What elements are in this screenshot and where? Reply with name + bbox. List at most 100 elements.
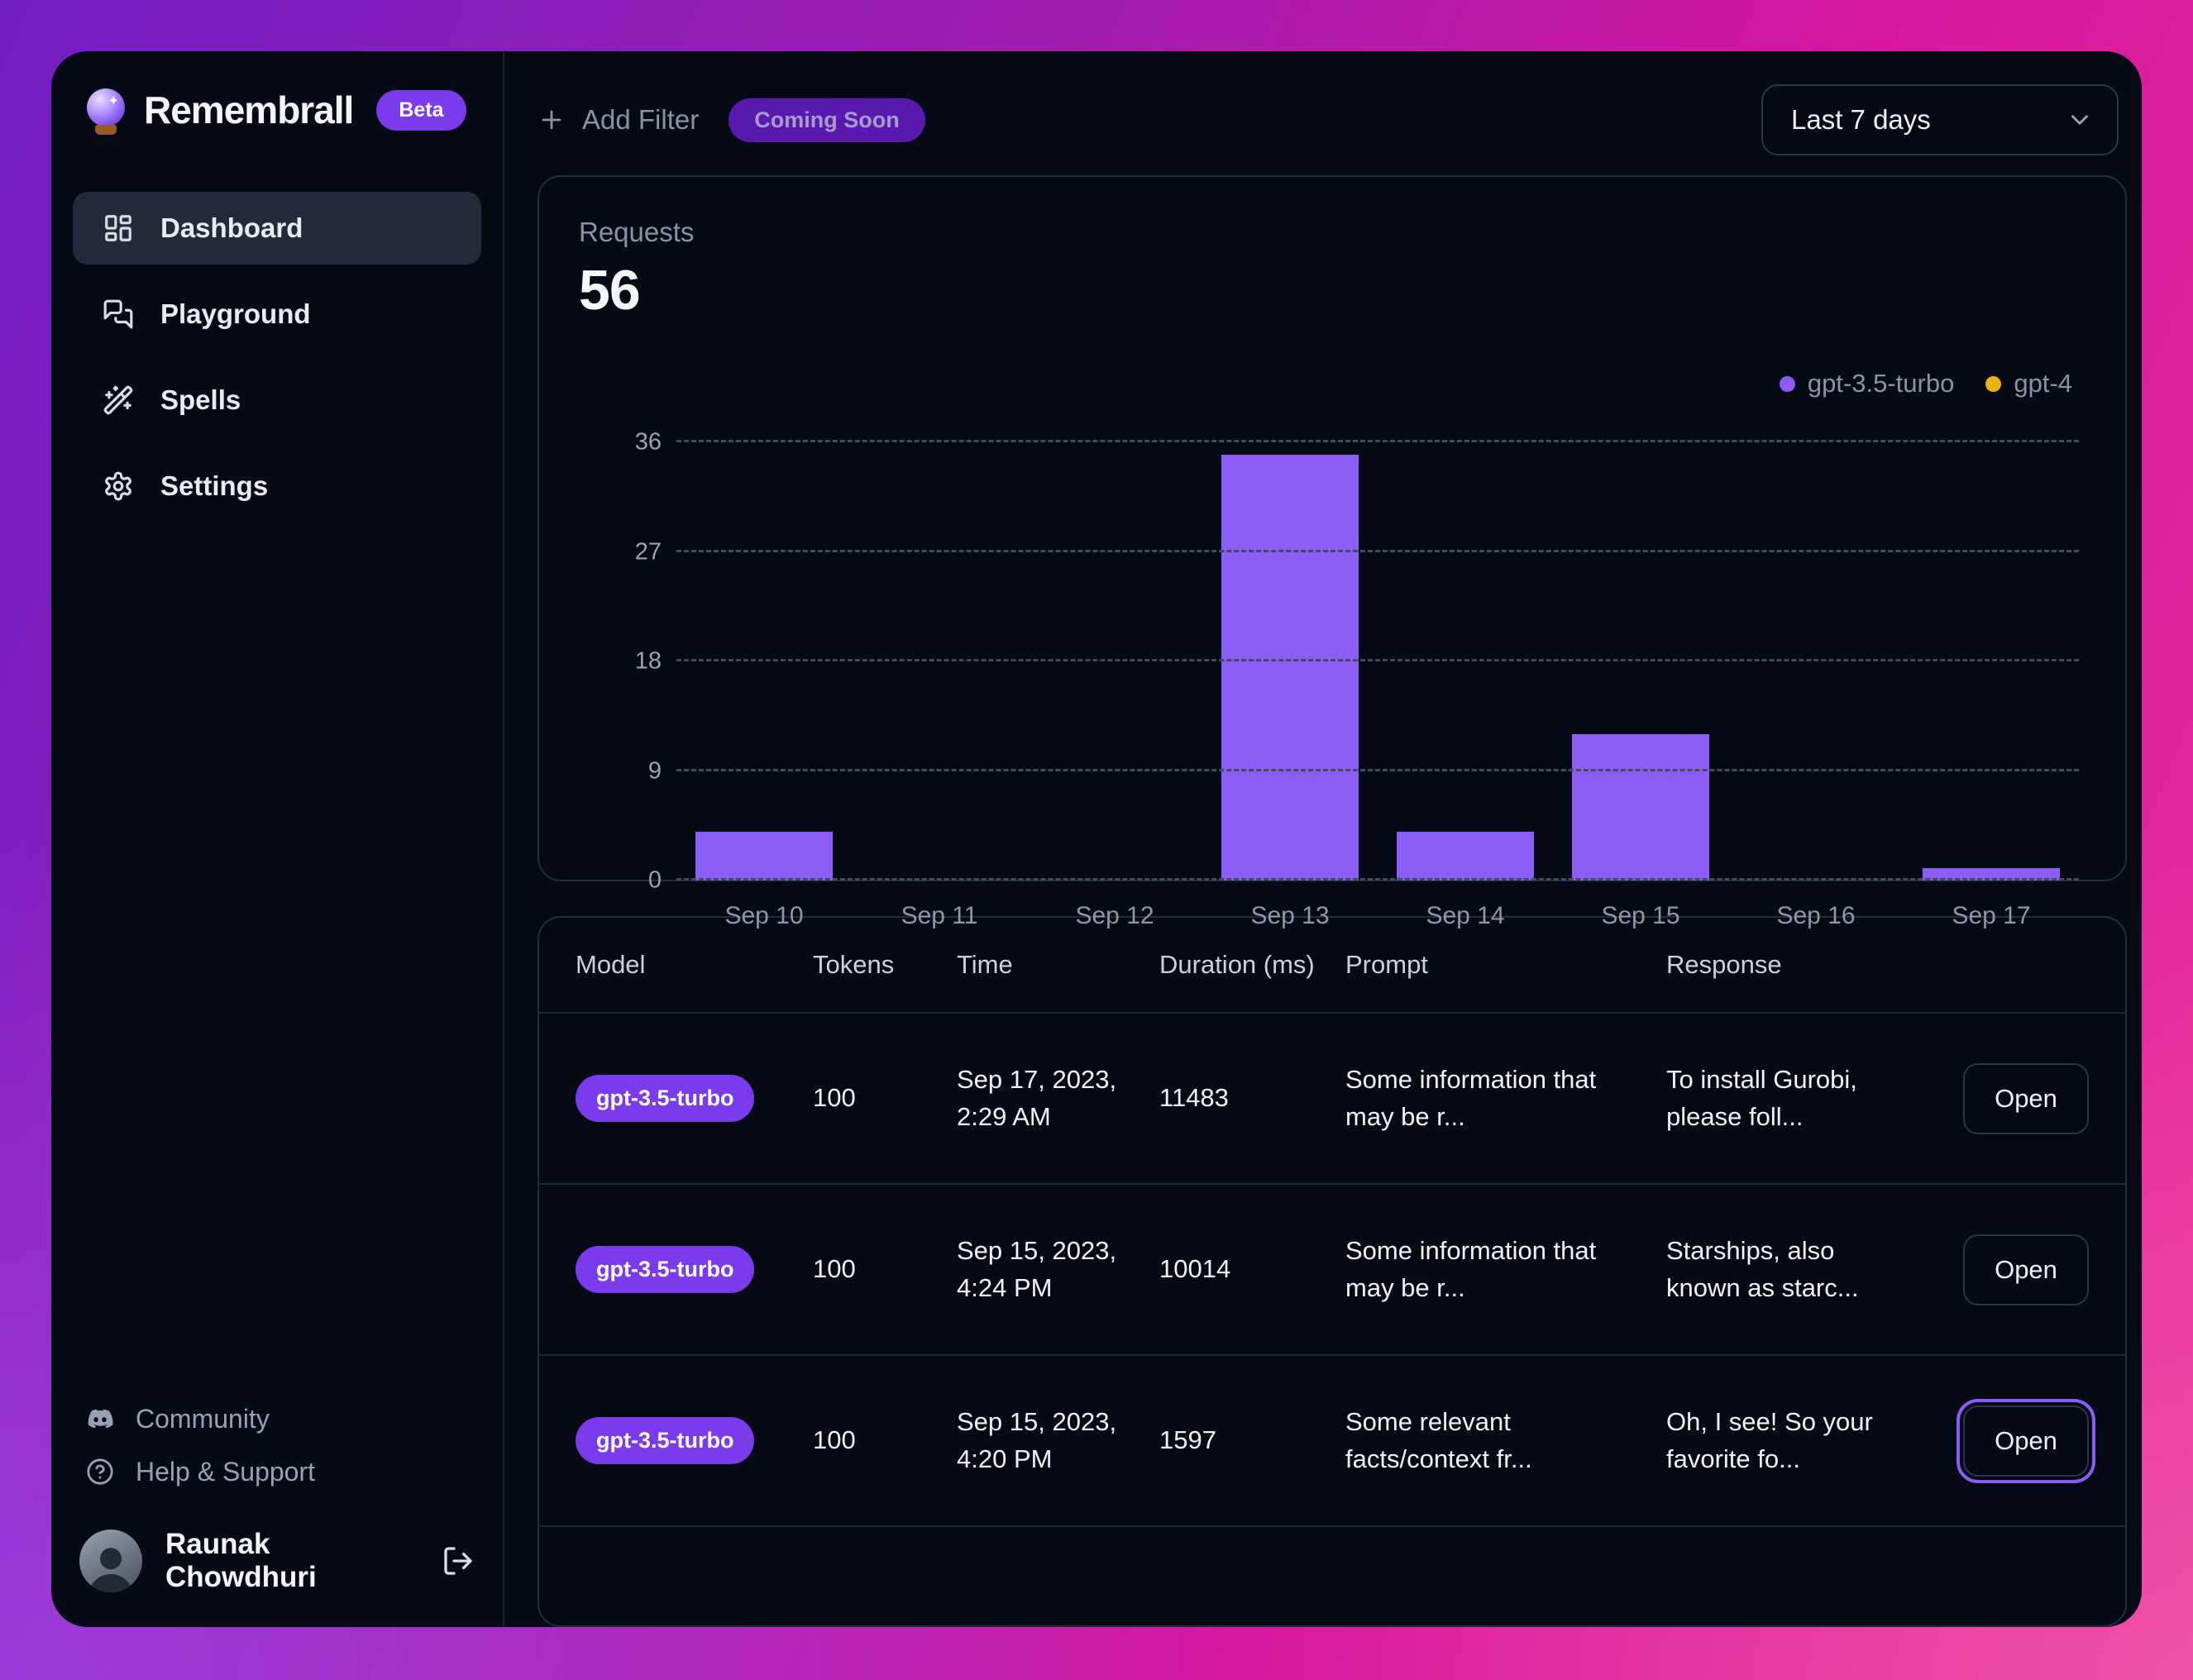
beta-badge: Beta bbox=[376, 89, 466, 131]
user-row: Raunak Chowdhuri bbox=[73, 1528, 481, 1594]
gridline-y-9 bbox=[676, 768, 2079, 771]
bar-slot-sep-11 bbox=[852, 442, 1027, 881]
sidebar-item-community[interactable]: Community bbox=[73, 1392, 481, 1445]
time-cell: Sep 15, 2023, 4:24 PM bbox=[957, 1235, 1117, 1302]
x-axis-labels: Sep 10 Sep 11 Sep 12 Sep 13 Sep 14 Sep 15 Sep … bbox=[676, 902, 2079, 930]
gridline-y-0 bbox=[676, 878, 2079, 881]
discord-icon bbox=[86, 1405, 114, 1433]
layout-dashboard-icon bbox=[103, 212, 134, 244]
crystal-ball-logo-icon bbox=[84, 88, 127, 135]
y-axis-label: 18 bbox=[634, 647, 662, 675]
x-axis-label: Sep 17 bbox=[1952, 902, 2031, 929]
time-cell: Sep 15, 2023, 4:20 PM bbox=[957, 1406, 1117, 1473]
duration-cell: 11483 bbox=[1159, 1083, 1229, 1113]
sidebar-item-help-support[interactable]: Help & Support bbox=[73, 1445, 481, 1498]
sidebar-item-label: Community bbox=[136, 1403, 270, 1434]
coming-soon-badge: Coming Soon bbox=[729, 98, 925, 142]
legend-item-gpt-3-5-turbo: gpt-3.5-turbo bbox=[1779, 369, 1955, 399]
tokens-cell: 100 bbox=[813, 1425, 856, 1455]
bar-slot-sep-15 bbox=[1553, 442, 1728, 881]
logout-button[interactable] bbox=[442, 1544, 475, 1577]
table-row: gpt-3.5-turbo 100 Sep 15, 2023, 4:20 PM 159… bbox=[539, 1356, 2125, 1527]
sidebar-item-spells[interactable]: Spells bbox=[73, 364, 481, 437]
x-axis-label: Sep 13 bbox=[1250, 902, 1330, 929]
legend-label: gpt-3.5-turbo bbox=[1807, 369, 1955, 398]
x-axis-label: Sep 10 bbox=[724, 902, 804, 929]
sidebar-item-playground[interactable]: Playground bbox=[73, 278, 481, 351]
gpt-model-badge: gpt-3.5-turbo bbox=[576, 1075, 755, 1122]
x-axis-label: Sep 15 bbox=[1601, 902, 1680, 929]
bar-slot-sep-13 bbox=[1202, 442, 1378, 881]
gridline-y-27 bbox=[676, 549, 2079, 552]
chart-bars bbox=[676, 442, 2079, 881]
bar-gpt-3-5-turbo-sep-13 bbox=[1221, 454, 1359, 881]
x-axis-label: Sep 12 bbox=[1075, 902, 1154, 929]
wand-sparkles-icon bbox=[103, 384, 134, 416]
gear-icon bbox=[103, 470, 134, 502]
plus-icon bbox=[538, 106, 566, 134]
column-header-prompt: Prompt bbox=[1345, 950, 1428, 980]
duration-cell: 10014 bbox=[1159, 1254, 1231, 1284]
y-axis-label: 9 bbox=[647, 757, 662, 784]
bar-slot-sep-14 bbox=[1378, 442, 1553, 881]
requests-chart-card: Requests 56 gpt-3.5-turbo gpt-4 Sep 10 Sep… bbox=[538, 175, 2127, 929]
bar-gpt-3-5-turbo-sep-10 bbox=[695, 832, 833, 881]
bar-slot-sep-17 bbox=[1904, 442, 2079, 881]
y-axis-label: 36 bbox=[634, 428, 662, 456]
chart-plot bbox=[676, 440, 2079, 881]
user-name: Raunak Chowdhuri bbox=[165, 1528, 317, 1593]
legend-label: gpt-4 bbox=[2014, 369, 2072, 398]
prompt-cell: Some information that may be r... bbox=[1345, 1235, 1597, 1302]
x-axis-label: Sep 14 bbox=[1426, 902, 1505, 929]
crystal-ball-orb bbox=[87, 88, 125, 126]
duration-cell: 1597 bbox=[1159, 1425, 1216, 1455]
app-logo-row: Remembrall Beta bbox=[73, 88, 481, 135]
sidebar-nav: Dashboard Playground Spells Settings bbox=[73, 192, 481, 523]
messages-square-icon bbox=[103, 298, 134, 330]
date-range-value: Last 7 days bbox=[1791, 104, 1931, 135]
requests-label: Requests bbox=[579, 217, 695, 247]
open-button[interactable]: Open bbox=[1963, 1062, 2089, 1134]
chevron-down-icon bbox=[2066, 106, 2094, 134]
table-row: gpt-3.5-turbo 100 Sep 15, 2023, 4:24 PM 100… bbox=[539, 1185, 2125, 1356]
response-cell: Oh, I see! So your favorite fo... bbox=[1666, 1406, 1873, 1473]
open-button[interactable]: Open bbox=[1963, 1234, 2089, 1305]
bar-slot-sep-12 bbox=[1027, 442, 1202, 881]
table-body: gpt-3.5-turbo 100 Sep 17, 2023, 2:29 AM 114… bbox=[539, 1014, 2125, 1527]
column-header-tokens: Tokens bbox=[813, 950, 895, 980]
time-cell: Sep 17, 2023, 2:29 AM bbox=[957, 1064, 1117, 1131]
sidebar-item-dashboard[interactable]: Dashboard bbox=[73, 192, 481, 265]
crystal-ball-base bbox=[95, 125, 117, 135]
sidebar-item-label: Settings bbox=[160, 470, 269, 501]
chart-plot-area: Sep 10 Sep 11 Sep 12 Sep 13 Sep 14 Sep 15 Sep … bbox=[579, 429, 2079, 929]
add-filter-label: Add Filter bbox=[582, 104, 700, 135]
gpt-model-badge: gpt-3.5-turbo bbox=[576, 1246, 755, 1293]
sidebar-item-settings[interactable]: Settings bbox=[73, 450, 481, 523]
sidebar-item-label: Spells bbox=[160, 384, 241, 415]
gridline-y-36 bbox=[676, 440, 2079, 442]
gridline-y-18 bbox=[676, 659, 2079, 661]
bar-gpt-3-5-turbo-sep-14 bbox=[1397, 832, 1534, 881]
response-cell: To install Gurobi, please foll... bbox=[1666, 1064, 1857, 1131]
tokens-cell: 100 bbox=[813, 1254, 856, 1284]
app-panel: Remembrall Beta Dashboard Playground Spell… bbox=[51, 51, 2142, 1627]
sidebar-item-label: Help & Support bbox=[136, 1456, 316, 1487]
column-header-model: Model bbox=[576, 950, 646, 980]
tokens-cell: 100 bbox=[813, 1083, 856, 1113]
open-button[interactable]: Open bbox=[1956, 1398, 2095, 1483]
add-filter-button[interactable]: Add Filter Coming Soon bbox=[538, 98, 925, 142]
column-header-response: Response bbox=[1666, 950, 1782, 980]
date-range-select[interactable]: Last 7 days bbox=[1761, 84, 2119, 155]
table-row: gpt-3.5-turbo 100 Sep 17, 2023, 2:29 AM 114… bbox=[539, 1014, 2125, 1185]
bar-slot-sep-16 bbox=[1728, 442, 1904, 881]
legend-dot bbox=[1985, 375, 2002, 392]
x-axis-label: Sep 11 bbox=[901, 902, 978, 929]
prompt-cell: Some relevant facts/context fr... bbox=[1345, 1406, 1532, 1473]
topbar: Add Filter Coming Soon Last 7 days bbox=[538, 84, 2127, 155]
avatar bbox=[79, 1530, 142, 1592]
y-axis-label: 27 bbox=[634, 538, 662, 565]
column-header-time: Time bbox=[957, 950, 1013, 980]
prompt-cell: Some information that may be r... bbox=[1345, 1064, 1597, 1131]
bar-gpt-3-5-turbo-sep-15 bbox=[1572, 734, 1709, 881]
